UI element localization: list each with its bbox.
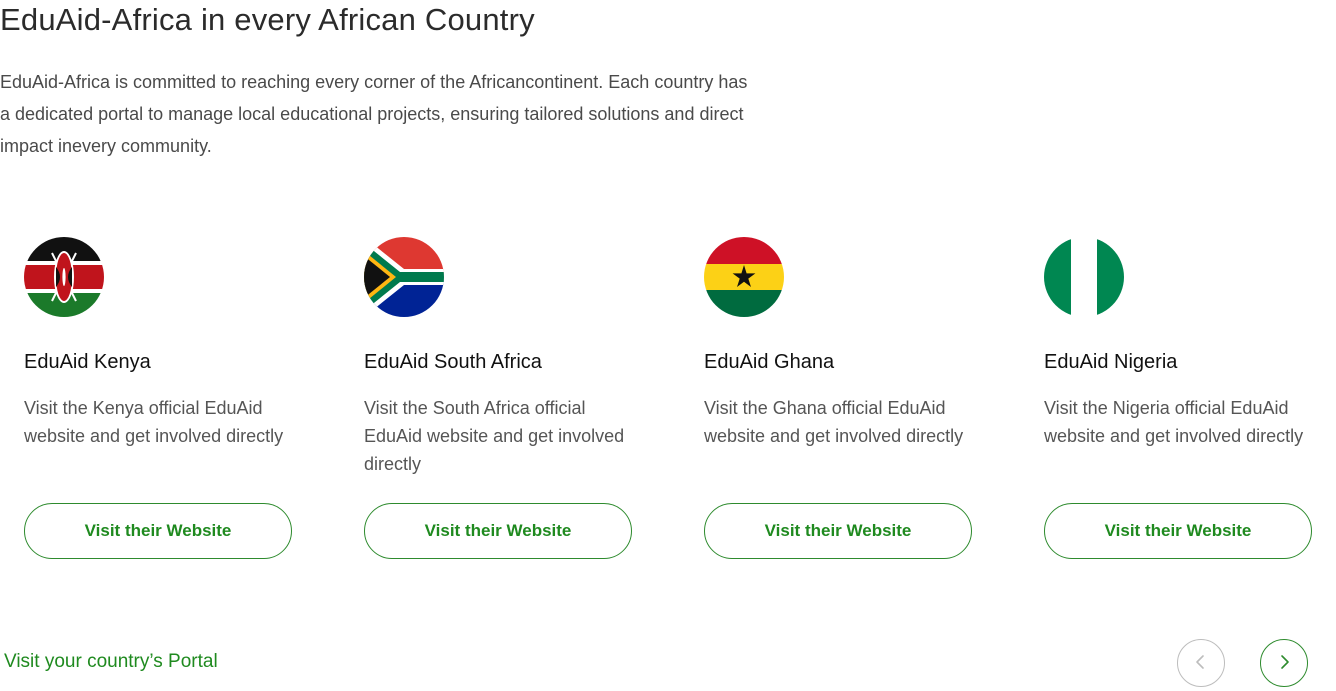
country-card-ghana: EduAid Ghana Visit the Ghana official Ed…: [704, 237, 972, 559]
country-portals-section: EduAid-Africa in every African Country E…: [0, 0, 1336, 691]
card-description: Visit the Ghana official EduAid website …: [704, 398, 964, 446]
card-description: Visit the South Africa official EduAid w…: [364, 398, 625, 474]
country-card-south-africa: EduAid South Africa Visit the South Afri…: [364, 237, 632, 559]
visit-website-button-ghana[interactable]: Visit their Website: [704, 503, 972, 559]
chevron-left-icon: [1192, 653, 1210, 674]
ghana-flag-icon: [704, 237, 784, 317]
country-card-nigeria: EduAid Nigeria Visit the Nigeria officia…: [1044, 237, 1312, 559]
card-title: EduAid Ghana: [704, 351, 835, 373]
section-heading: EduAid-Africa in every African Country: [0, 2, 535, 37]
section-intro: EduAid-Africa is committed to reaching e…: [0, 72, 748, 156]
nigeria-flag-icon: [1044, 237, 1124, 317]
visit-website-button-south-africa[interactable]: Visit their Website: [364, 503, 632, 559]
south-africa-flag-icon: [364, 237, 444, 317]
card-title: EduAid South Africa: [364, 351, 542, 373]
country-card-kenya: EduAid Kenya Visit the Kenya official Ed…: [24, 237, 292, 559]
visit-country-portal-link[interactable]: Visit your country’s Portal: [4, 651, 218, 673]
visit-website-button-kenya[interactable]: Visit their Website: [24, 503, 292, 559]
card-title: EduAid Nigeria: [1044, 351, 1178, 373]
card-title: EduAid Kenya: [24, 351, 151, 373]
carousel-prev-button[interactable]: [1177, 639, 1225, 687]
visit-website-button-nigeria[interactable]: Visit their Website: [1044, 503, 1312, 559]
chevron-right-icon: [1275, 653, 1293, 674]
carousel-next-button[interactable]: [1260, 639, 1308, 687]
kenya-flag-icon: [24, 237, 104, 317]
card-description: Visit the Kenya official EduAid website …: [24, 398, 284, 446]
card-description: Visit the Nigeria official EduAid websit…: [1044, 398, 1304, 446]
